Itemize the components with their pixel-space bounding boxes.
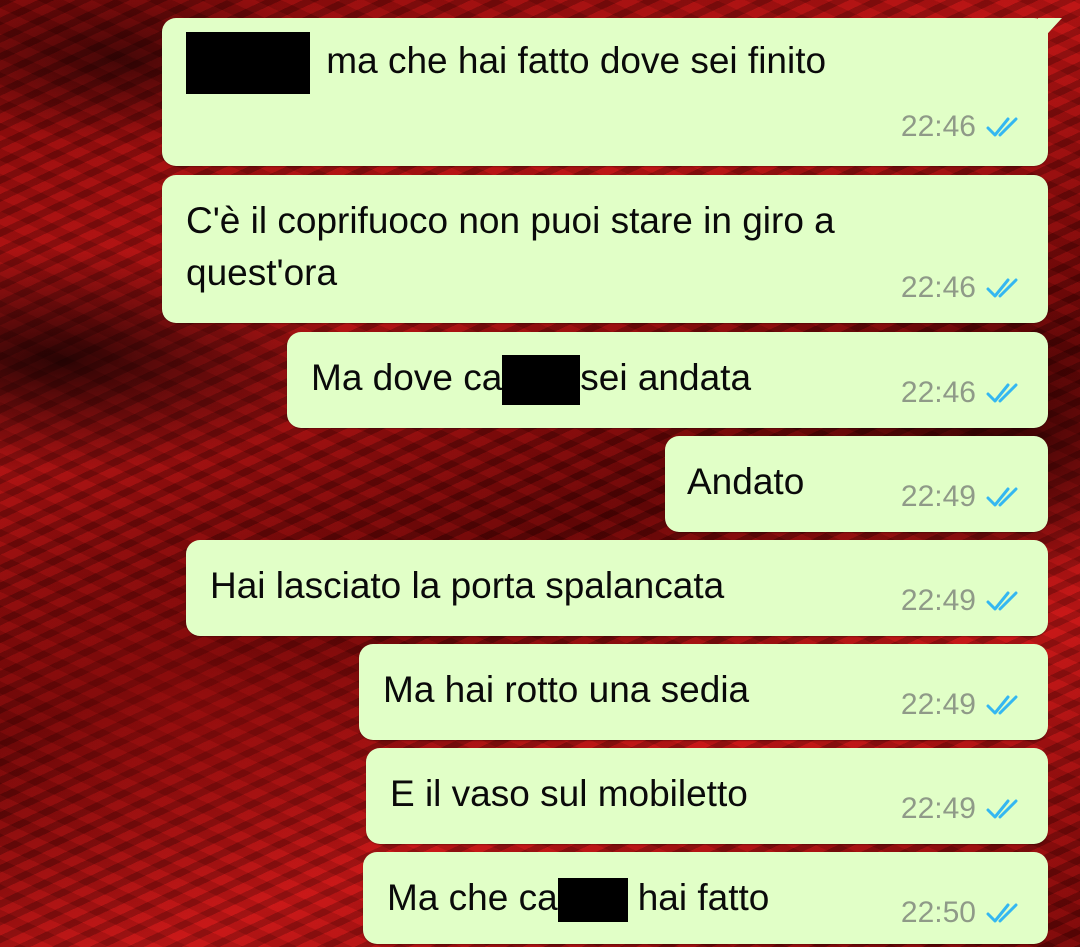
- message-meta: 22:46: [901, 376, 1024, 410]
- outgoing-message-bubble[interactable]: Ma hai rotto una sedia 22:49: [359, 644, 1048, 740]
- message-time: 22:49: [900, 792, 976, 825]
- double-check-icon: [986, 117, 1018, 137]
- double-check-icon: [986, 799, 1018, 819]
- double-check-icon: [986, 695, 1018, 715]
- message-meta: 22:46: [901, 110, 1024, 144]
- message-meta: 22:49: [901, 480, 1024, 514]
- message-text-part: Ma che ca: [387, 877, 558, 918]
- message-text-line: C'è il coprifuoco non puoi stare in giro…: [186, 200, 835, 241]
- message-meta: 22:49: [901, 792, 1024, 826]
- outgoing-message-bubble[interactable]: Ma che ca hai fatto 22:50: [363, 852, 1048, 944]
- redacted-name-bar: [186, 32, 310, 94]
- message-text-part: Ma dove ca: [311, 357, 503, 398]
- message-time: 22:46: [900, 110, 976, 143]
- message-text: C'è il coprifuoco non puoi stare in giro…: [186, 195, 835, 299]
- message-text-part: hai fatto: [637, 877, 770, 918]
- outgoing-message-bubble[interactable]: Ma dove ca sei andata 22:46: [287, 332, 1048, 428]
- message-text: Ma che ca hai fatto: [387, 872, 769, 924]
- bubble-tail: [1038, 18, 1062, 44]
- message-meta: 22:46: [901, 271, 1024, 305]
- message-text: E il vaso sul mobiletto: [390, 773, 748, 814]
- message-text: Ma hai rotto una sedia: [383, 669, 750, 710]
- message-meta: 22:49: [901, 584, 1024, 618]
- outgoing-message-bubble[interactable]: Hai lasciato la porta spalancata 22:49: [186, 540, 1048, 636]
- message-text: Hai lasciato la porta spalancata: [210, 565, 725, 606]
- message-text: Ma dove ca sei andata: [311, 352, 752, 406]
- redacted-word-bar: [557, 878, 628, 923]
- double-check-icon: [986, 383, 1018, 403]
- double-check-icon: [986, 903, 1018, 923]
- double-check-icon: [986, 278, 1018, 298]
- outgoing-message-bubble[interactable]: Andato 22:49: [665, 436, 1048, 532]
- message-text-part: sei andata: [580, 357, 752, 398]
- message-text: ma che hai fatto dove sei finito: [186, 32, 826, 94]
- message-time: 22:46: [900, 271, 976, 304]
- double-check-icon: [986, 591, 1018, 611]
- message-time: 22:46: [900, 376, 976, 409]
- message-time: 22:49: [900, 688, 976, 721]
- message-text-part: ma che hai fatto dove sei finito: [326, 39, 827, 81]
- outgoing-message-bubble[interactable]: ma che hai fatto dove sei finito 22:46: [162, 18, 1062, 166]
- outgoing-message-bubble[interactable]: C'è il coprifuoco non puoi stare in giro…: [162, 175, 1048, 323]
- message-text-line: quest'ora: [186, 252, 338, 293]
- message-time: 22:50: [900, 896, 976, 929]
- redacted-word-bar: [502, 355, 581, 406]
- message-meta: 22:50: [901, 896, 1024, 930]
- message-meta: 22:49: [901, 688, 1024, 722]
- message-time: 22:49: [900, 584, 976, 617]
- chat-conversation: ma che hai fatto dove sei finito 22:46 C…: [0, 0, 1080, 947]
- outgoing-message-bubble[interactable]: E il vaso sul mobiletto 22:49: [366, 748, 1048, 844]
- message-time: 22:49: [900, 480, 976, 513]
- message-text: Andato: [687, 461, 805, 502]
- double-check-icon: [986, 487, 1018, 507]
